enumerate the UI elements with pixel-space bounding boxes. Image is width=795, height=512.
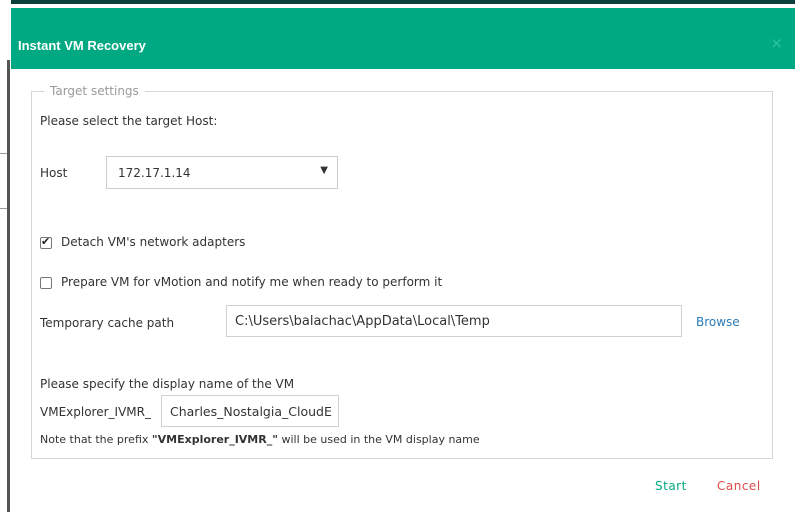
host-select[interactable]: 172.17.1.14 ▼ [106, 156, 338, 189]
checkmark-icon: ✔ [41, 235, 51, 248]
prepare-vmotion-label: Prepare VM for vMotion and notify me whe… [61, 275, 443, 289]
cancel-button[interactable]: Cancel [717, 479, 761, 493]
display-name-prompt: Please specify the display name of the V… [40, 377, 295, 391]
cache-path-input[interactable] [226, 305, 682, 337]
prefix-note-end: will be used in the VM display name [277, 433, 480, 446]
select-host-prompt: Please select the target Host: [40, 114, 218, 128]
prefix-note: Note that the prefix "VMExplorer_IVMR_" … [40, 433, 480, 446]
detach-adapters-label: Detach VM's network adapters [61, 235, 246, 249]
target-settings-group: Target settings [31, 84, 773, 459]
browse-link[interactable]: Browse [696, 315, 740, 329]
target-settings-legend: Target settings [50, 84, 139, 98]
detach-adapters-checkbox[interactable]: ✔ [40, 235, 52, 249]
dialog-title: Instant VM Recovery [18, 38, 146, 53]
background-window-border [7, 60, 10, 512]
start-button[interactable]: Start [655, 479, 687, 493]
dialog-title-bar: Instant VM Recovery × [11, 8, 795, 69]
host-label: Host [40, 166, 68, 180]
close-icon[interactable]: × [770, 34, 783, 52]
chevron-down-icon: ▼ [320, 165, 328, 176]
prefix-note-start: Note that the prefix [40, 433, 152, 446]
prefix-note-bold: "VMExplorer_IVMR_" [151, 433, 278, 446]
vm-name-prefix-label: VMExplorer_IVMR_ [40, 405, 151, 419]
host-select-value: 172.17.1.14 [118, 166, 191, 180]
instant-vm-recovery-dialog: Instant VM Recovery × Target settings Pl… [11, 0, 795, 512]
cache-path-label: Temporary cache path [40, 316, 175, 330]
vm-display-name-input[interactable] [161, 395, 339, 427]
prepare-vmotion-checkbox[interactable] [40, 277, 52, 289]
